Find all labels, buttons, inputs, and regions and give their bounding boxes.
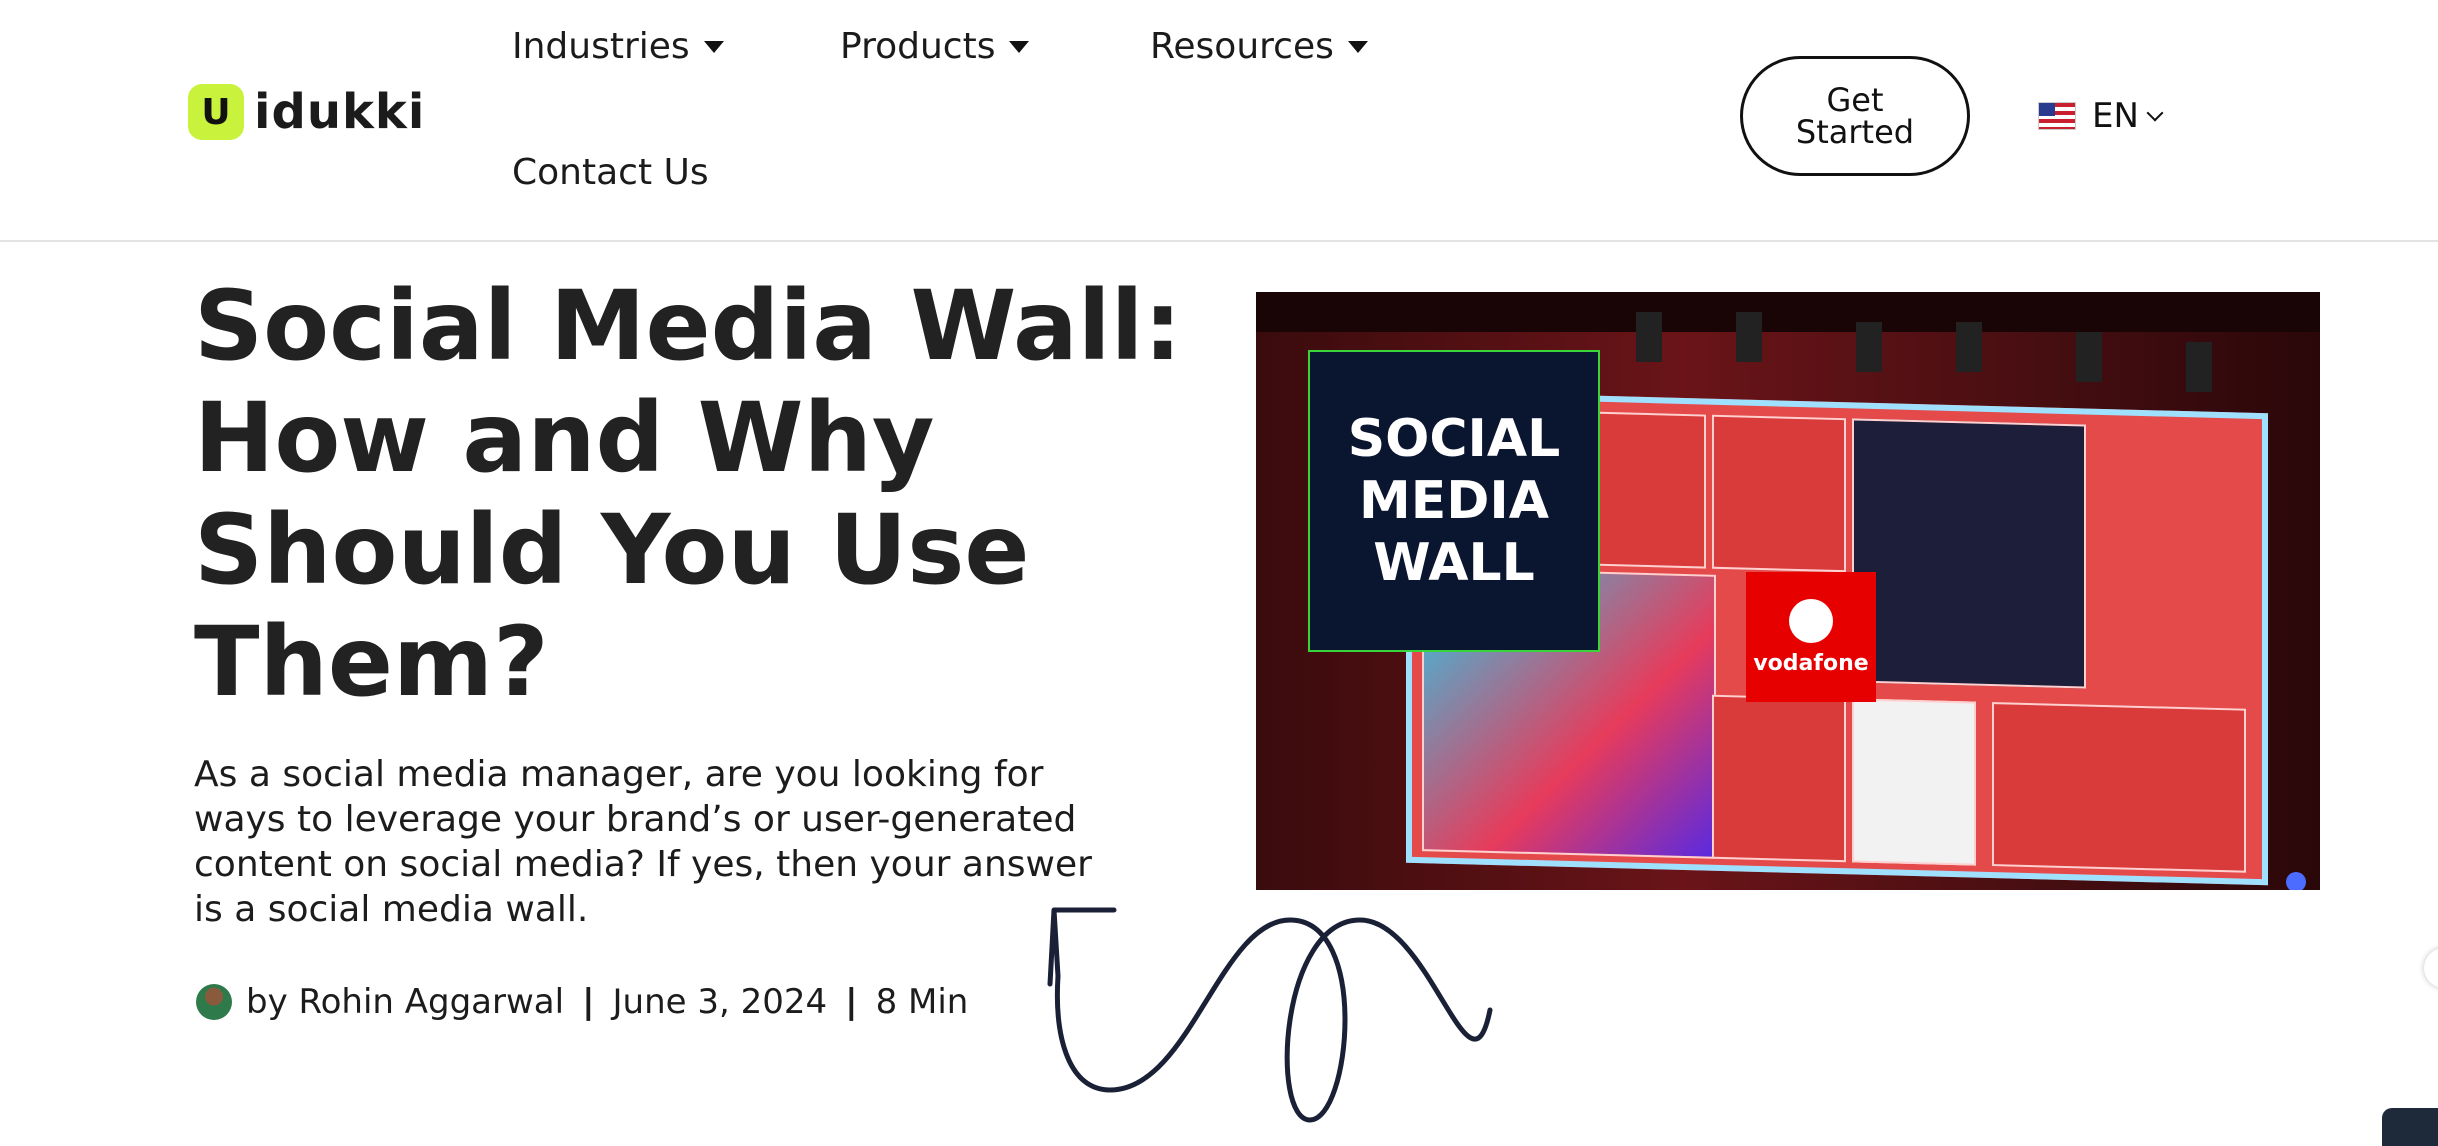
hero-image: vodafone SOCIAL MEDIA WALL <box>1256 292 2320 890</box>
logo-wordmark: idukki <box>254 84 426 140</box>
read-time: 8 Min <box>875 982 969 1022</box>
author-avatar <box>196 984 232 1020</box>
chevron-down-icon <box>2146 104 2164 122</box>
nav-industries-label: Industries <box>512 26 690 67</box>
photo-tile <box>1852 698 1976 866</box>
article-meta: by Rohin Aggarwal | June 3, 2024 | 8 Min <box>196 982 968 1022</box>
vodafone-label: vodafone <box>1753 650 1869 676</box>
language-code: EN <box>2092 96 2139 136</box>
vodafone-logo-icon <box>1789 598 1833 643</box>
meta-separator: | <box>845 982 858 1022</box>
nav-contact-label: Contact Us <box>512 152 709 193</box>
get-started-line2: Started <box>1795 113 1915 151</box>
logo-badge: U <box>188 84 244 140</box>
post-tile <box>1712 414 1846 573</box>
post-tile <box>1712 694 1846 863</box>
chat-widget-button[interactable] <box>2382 1108 2438 1146</box>
get-started-button[interactable]: Get Started <box>1740 56 1970 176</box>
photo-tile <box>1852 418 2086 689</box>
site-header: U idukki Industries Products Resources C… <box>0 0 2438 242</box>
nav-products-label: Products <box>840 26 996 67</box>
nav-industries[interactable]: Industries <box>512 26 724 67</box>
caret-down-icon <box>1347 40 1368 53</box>
article-title: Social Media Wall: How and Why Should Yo… <box>194 270 1182 718</box>
idukki-logo[interactable]: U idukki <box>188 84 425 140</box>
caret-down-icon <box>1009 40 1030 53</box>
publish-date: June 3, 2024 <box>612 982 828 1022</box>
nav-contact-us[interactable]: Contact Us <box>512 152 709 193</box>
overlay-text: SOCIAL MEDIA WALL <box>1347 409 1561 593</box>
nav-resources-label: Resources <box>1150 26 1334 67</box>
us-flag-icon <box>2038 102 2076 130</box>
scroll-button[interactable] <box>2424 948 2438 988</box>
caret-down-icon <box>703 40 724 53</box>
meta-separator: | <box>582 982 595 1022</box>
language-selector[interactable]: EN <box>2038 96 2164 136</box>
nav-resources[interactable]: Resources <box>1150 26 1368 67</box>
get-started-line1: Get <box>1826 81 1884 119</box>
vodafone-tile: vodafone <box>1746 572 1876 702</box>
author-name[interactable]: by Rohin Aggarwal <box>246 982 564 1022</box>
social-media-wall-badge: SOCIAL MEDIA WALL <box>1308 350 1600 652</box>
nav-products[interactable]: Products <box>840 26 1030 67</box>
squiggle-arrow-icon <box>1047 907 1493 1123</box>
article-intro: As a social media manager, are you looki… <box>194 754 1092 930</box>
post-tile <box>1992 702 2246 873</box>
